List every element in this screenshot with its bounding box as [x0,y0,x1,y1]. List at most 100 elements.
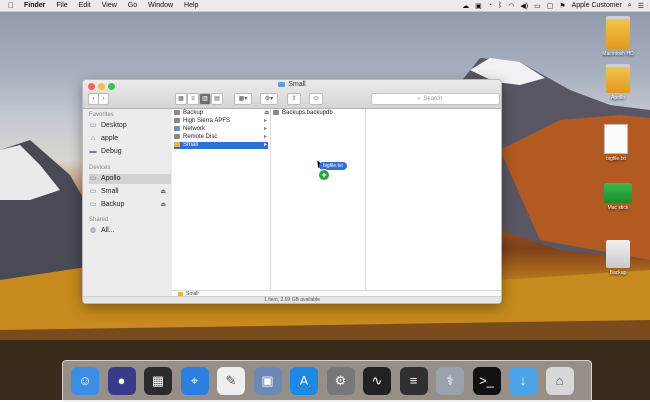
volume-icon[interactable]: ◀) [520,2,528,10]
sidebar-item-desktop[interactable]: ▭ Desktop [89,121,171,131]
desktop-icon: ▭ [89,122,97,129]
desktop-icon-label: Macintosh HD [602,51,634,57]
sidebar-header-shared: Shared [89,217,109,223]
spotlight-icon[interactable]: ⌕ [628,2,632,10]
display-icon[interactable]: ▢ [547,2,554,10]
desktop-icon-label: Apollo [611,95,625,101]
chevron-right-icon: ▸ [264,142,268,148]
disk-icon [174,118,180,123]
sidebar-item-apollo[interactable]: ▭ Apollo [89,174,171,184]
menu-edit[interactable]: Edit [79,2,91,9]
eject-icon[interactable]: ⏏ [264,110,270,117]
disk-utility-icon[interactable]: ⚕ [436,367,464,395]
system-preferences-icon[interactable]: ⚙ [326,367,355,395]
eject-icon[interactable]: ⏏ [160,187,166,197]
safari-icon[interactable]: ⌖ [180,367,209,395]
camera-icon[interactable]: ▣ [475,2,482,10]
wifi-icon[interactable]: ◠ [508,2,514,10]
sidebar-item-backup[interactable]: ▭ Backup ⏏ [89,200,171,210]
trash-icon[interactable]: ⌂ [545,367,574,395]
menu-help[interactable]: Help [184,2,198,9]
chevron-right-icon: ▸ [264,126,268,132]
activity-monitor-icon[interactable]: ∿ [363,367,391,395]
notes-icon[interactable]: ✎ [217,367,245,395]
bluetooth-icon[interactable]: ᛒ [498,2,502,9]
desktop-icon-label: bigfile.txt [606,156,626,162]
app-store-icon[interactable]: A [290,367,318,395]
group-button[interactable]: ▦▾ [234,93,252,105]
menu-view[interactable]: View [102,2,117,9]
window-title: Small [83,81,501,88]
drive-icon [606,240,630,268]
icon-view-button[interactable]: ▦ [175,93,187,105]
dock: ☺ ● ▦ ⌖ ✎ ▣ A ⚙ ∿ ≡ ⚕ >_ ↓ ⌂ [62,360,592,402]
menu-bar:  Finder File Edit View Go Window Help ☁… [0,0,650,12]
desktop-icon-apollo[interactable]: Apollo [590,64,646,101]
desktop-icon-mac-stick[interactable]: Mac stick [590,183,646,211]
column-1: Backup ⏏ High Sierra APFS ▸ Network ▸ Remot… [172,109,271,290]
column-item-small[interactable]: Small ▸ [174,142,268,149]
action-button[interactable]: ⚙▾ [260,93,278,105]
gallery-view-button[interactable]: ▤ [211,93,223,105]
apple-menu-icon[interactable]:  [8,1,14,10]
chevron-right-icon: ▸ [264,118,268,124]
search-placeholder: Search [423,96,443,102]
home-icon: ⌂ [90,135,96,142]
desktop-icon-label: Backup [609,270,627,276]
menu-file[interactable]: File [56,2,67,9]
finder-icon[interactable]: ☺ [71,367,99,395]
column-3 [366,109,501,290]
column-item-remote-disc[interactable]: Remote Disc ▸ [174,134,267,141]
time-machine-icon[interactable]: ◔ [488,2,492,9]
globe-icon: ◍ [89,227,97,234]
window-titlebar[interactable]: Small ‹ › ▦ ≡ ▥ ▤ ▦▾ ⚙▾ ⇧ ⬭ ⌕ Search [83,80,501,109]
menu-window[interactable]: Window [148,2,173,9]
list-view-button[interactable]: ≡ [187,93,199,105]
desktop-icon-bigfile[interactable]: bigfile.txt [588,124,644,162]
siri-icon[interactable]: ● [107,367,136,395]
notification-center-icon[interactable]: ☰ [638,2,644,10]
column-item-backupsdb[interactable]: Backups.backupdb [273,110,333,117]
status-bar: 1 item, 2.69 GB available [83,296,501,303]
sidebar-item-apple[interactable]: ⌂ apple [89,134,171,144]
sidebar-header-favorites: Favorites [89,112,114,118]
flag-icon[interactable]: ⚑ [559,2,565,10]
column-item-high-sierra[interactable]: High Sierra APFS ▸ [174,118,267,125]
search-icon: ⌕ [417,96,421,102]
desktop-icon-macintosh-hd[interactable]: Macintosh HD [590,16,646,57]
battery-icon[interactable]: ▭ [534,2,541,10]
column-view-button[interactable]: ▥ [199,93,211,105]
cloud-icon[interactable]: ☁ [462,2,469,10]
user-name[interactable]: Apple Customer [572,2,622,9]
menu-go[interactable]: Go [128,2,137,9]
sidebar-header-devices: Devices [89,165,111,171]
column-item-backup[interactable]: Backup ⏏ [174,110,270,117]
forward-button[interactable]: › [98,93,109,105]
usb-drive-icon [604,183,632,203]
launchpad-icon[interactable]: ▦ [144,367,172,395]
column-item-network[interactable]: Network ▸ [174,126,267,133]
sidebar-item-all[interactable]: ◍ All... [89,226,171,236]
preview-icon[interactable]: ▣ [253,367,282,395]
desktop-icon-label: Mac stick [607,205,629,211]
downloads-folder-icon[interactable]: ↓ [509,367,537,395]
chevron-right-icon: ▸ [264,134,268,140]
folder-icon [278,81,286,87]
search-field[interactable]: ⌕ Search [371,93,500,105]
status-menus: ☁ ▣ ◔ ᛒ ◠ ◀) ▭ ▢ ⚑ Apple Customer ⌕ ☰ [462,0,644,11]
share-button[interactable]: ⇧ [287,93,301,105]
finder-window: Small ‹ › ▦ ≡ ▥ ▤ ▦▾ ⚙▾ ⇧ ⬭ ⌕ Search Favo… [82,79,502,304]
terminal-icon[interactable]: >_ [472,367,501,395]
disk-icon: ▭ [89,188,97,195]
console-icon[interactable]: ≡ [399,367,428,395]
sidebar-item-small[interactable]: ▭ Small ⏏ [89,187,171,197]
eject-icon[interactable]: ⏏ [160,200,166,210]
sidebar: Favorites ▭ Desktop ⌂ apple ▬ Debug Devices… [83,109,173,303]
sidebar-item-debug[interactable]: ▬ Debug [89,147,171,157]
menu-finder[interactable]: Finder [24,2,45,9]
disk-icon: ▭ [89,175,97,182]
tags-button[interactable]: ⬭ [309,93,323,105]
folder-icon [273,110,279,115]
disk-icon [174,142,180,147]
desktop-icon-backup[interactable]: Backup [590,240,646,276]
